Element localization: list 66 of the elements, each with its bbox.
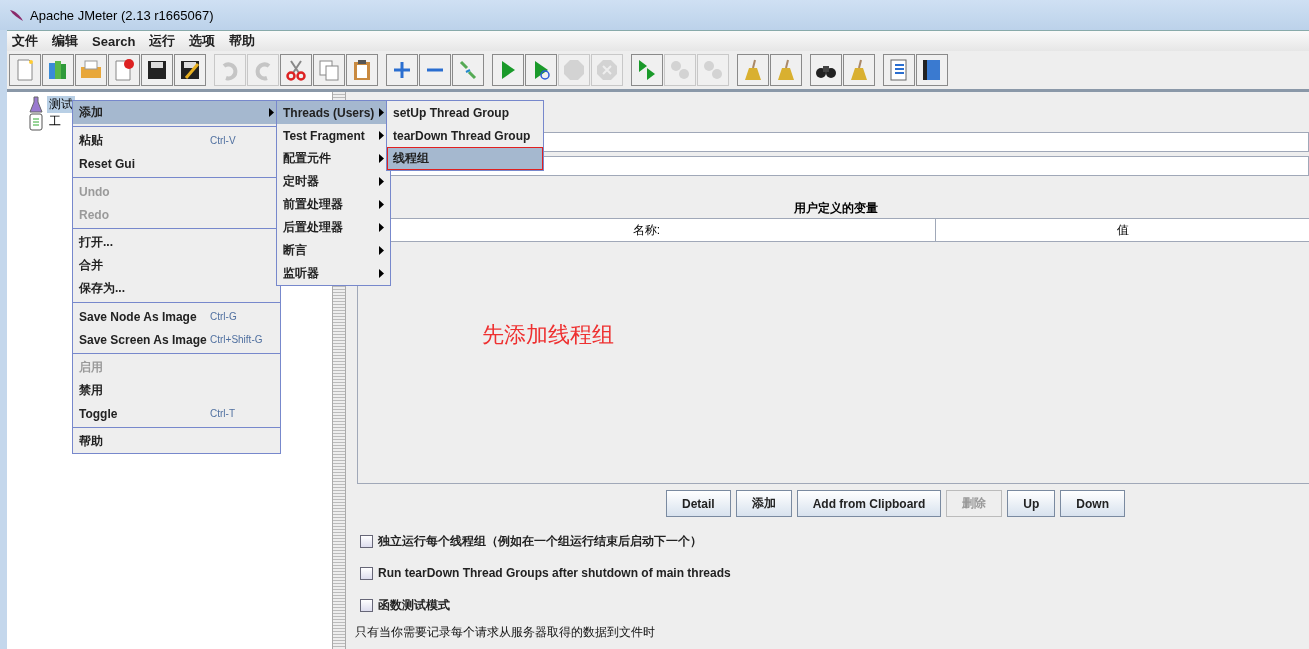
window-title: Apache JMeter (2.13 r1665067)	[30, 7, 214, 23]
context-menu-item[interactable]: Toggle Ctrl-T	[73, 402, 280, 425]
menu-item[interactable]: 帮助	[229, 32, 256, 50]
submenu-item[interactable]: Test Fragment	[277, 124, 390, 147]
toolbar-button[interactable]	[141, 54, 173, 86]
table-button[interactable]: 添加	[735, 490, 792, 517]
submenu-arrow-icon	[379, 108, 384, 117]
toolbar-button[interactable]	[174, 54, 206, 86]
feather-icon	[8, 7, 24, 23]
floppy-pencil-icon	[178, 58, 202, 82]
flask-icon	[29, 95, 43, 114]
submenu-arrow-icon	[379, 177, 384, 186]
submenu-arrow-icon	[379, 131, 384, 140]
option-label: 独立运行每个线程组（例如在一个组运行结束后启动下一个）	[378, 532, 702, 550]
submenu-arrow-icon	[379, 200, 384, 209]
table-button[interactable]: Down	[1060, 490, 1125, 517]
menu-item[interactable]: 文件	[12, 32, 38, 50]
submenu-item[interactable]: 配置元件	[277, 147, 390, 170]
dots-icon	[668, 58, 692, 82]
context-menu-item[interactable]: Save Screen As Image Ctrl+Shift-G	[73, 328, 280, 351]
octagon-x-icon	[595, 58, 619, 82]
menu-item[interactable]: Search	[92, 33, 136, 49]
submenu-arrow-icon	[379, 223, 384, 232]
tree-item[interactable]: 测试	[47, 96, 75, 113]
menu-item[interactable]: 编辑	[52, 32, 78, 50]
toolbar-button[interactable]	[346, 54, 378, 86]
menu-item[interactable]: 运行	[149, 32, 176, 50]
toolbar-button[interactable]	[916, 54, 948, 86]
checkbox[interactable]	[360, 534, 373, 548]
scissors-icon	[284, 58, 308, 82]
checkbox[interactable]	[360, 598, 373, 612]
table-title: 用户定义的变量	[793, 201, 878, 215]
context-menu-item[interactable]: 合并	[73, 254, 280, 277]
submenu-item[interactable]: 监听器	[277, 262, 390, 285]
table-button[interactable]: Add from Clipboard	[796, 490, 942, 517]
submenu-item[interactable]: tearDown Thread Group	[387, 124, 543, 147]
context-menu-item[interactable]: 粘贴 Ctrl-V	[73, 129, 280, 152]
submenu-item[interactable]: 断言	[277, 239, 390, 262]
table-button[interactable]: Detail	[666, 490, 731, 517]
context-menu-item[interactable]: 打开...	[73, 231, 280, 254]
submenu-item[interactable]: 前置处理器	[277, 193, 390, 216]
tree-item[interactable]: 工	[47, 113, 63, 130]
column-header[interactable]: 值	[936, 219, 1309, 241]
submenu-item[interactable]: 线程组	[387, 147, 543, 170]
option-label: Run tearDown Thread Groups after shutdown of main threads	[378, 566, 731, 580]
copy-icon	[317, 58, 341, 82]
menu-item[interactable]: 选项	[189, 32, 216, 50]
submenu-item[interactable]: 定时器	[277, 170, 390, 193]
toolbar-button[interactable]	[810, 54, 842, 86]
clipboard-list-icon	[29, 112, 43, 131]
context-menu-item[interactable]: 禁用	[73, 379, 280, 402]
context-menu-item[interactable]: Save Node As Image Ctrl-G	[73, 305, 280, 328]
stop-sign-icon	[562, 58, 586, 82]
context-menu-item[interactable]: 保存为...	[73, 277, 280, 300]
table-button[interactable]: Up	[1007, 490, 1056, 517]
hint-text: 只有当你需要记录每个请求从服务器取得的数据到文件时	[355, 624, 656, 641]
submenu-item[interactable]: setUp Thread Group	[387, 101, 543, 124]
checkbox[interactable]	[360, 566, 373, 580]
submenu-arrow-icon	[269, 108, 274, 117]
context-menu-item[interactable]: 帮助	[73, 430, 280, 453]
context-menu-item[interactable]: Reset Gui	[73, 152, 280, 175]
submenu-arrow-icon	[379, 154, 384, 163]
submenu-arrow-icon	[379, 246, 384, 255]
option-label: 函数测试模式	[378, 596, 450, 614]
annotation-text: 先添加线程组	[482, 321, 614, 349]
submenu-arrow-icon	[379, 269, 384, 278]
